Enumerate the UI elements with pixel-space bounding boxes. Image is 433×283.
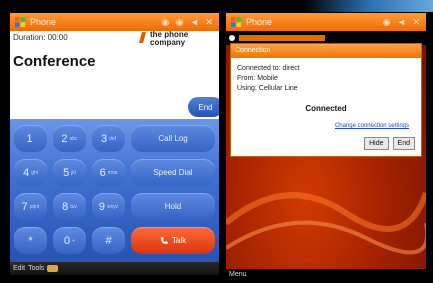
right-titlebar: Phone ◉ ◄ ✕ [226, 13, 426, 31]
key-9[interactable]: 9 wxyz [92, 193, 125, 220]
right-phone-screen: Phone ◉ ◄ ✕ Connection Connected to: dir… [226, 13, 426, 280]
key-8[interactable]: 8 tuv [53, 193, 86, 220]
call-title: Conference [13, 53, 96, 70]
connection-status: Connected [305, 104, 347, 113]
left-phone-screen: Phone ◉ ◉ ◄ ✕ Duration: 00:00 the phone … [10, 13, 219, 275]
dialog-line: Using: Cellular Line [237, 85, 298, 92]
key-letters: mno [107, 169, 118, 176]
end-button[interactable]: End [392, 137, 415, 150]
call-duration: Duration: 00:00 [13, 33, 68, 42]
key-6[interactable]: 6 mno [92, 159, 125, 186]
status-icons[interactable]: ◉ ◄ ✕ [383, 17, 422, 28]
notification-dot-icon [229, 35, 235, 41]
softkey-menu[interactable]: Menu [229, 271, 247, 278]
key-digit: 1 [26, 132, 33, 145]
key-letters: wxyz [107, 203, 119, 210]
dialog-line: From: Mobile [237, 75, 278, 82]
carrier-logo-icon [139, 32, 146, 43]
key-digit: 2 [61, 132, 68, 145]
key-star[interactable]: * [14, 227, 47, 254]
key-digit: 5 [63, 166, 70, 179]
call-log-button[interactable]: Call Log [131, 125, 215, 152]
keyboard-icon[interactable] [47, 265, 59, 272]
key-3[interactable]: 3 def [92, 125, 125, 152]
dialog-title: Connection [231, 44, 421, 58]
key-0[interactable]: 0 + [53, 227, 86, 254]
key-4[interactable]: 4 ghi [14, 159, 47, 186]
change-settings-link[interactable]: Change connection settings [237, 121, 415, 131]
speed-dial-button[interactable]: Speed Dial [131, 159, 215, 186]
key-hash[interactable]: # [92, 227, 125, 254]
dial-keypad: 1 2 abc 3 def Call Log 4 ghi 5 jkl 6 mno Spee… [10, 119, 219, 269]
hold-button[interactable]: Hold [131, 193, 215, 220]
key-letters: def [109, 135, 117, 142]
connection-dialog: Connection Connected to: direct From: Mo… [230, 43, 422, 157]
screen-divider [219, 13, 226, 283]
key-1[interactable]: 1 [14, 125, 47, 152]
end-call-button[interactable]: End [188, 97, 219, 117]
key-letters: jkl [71, 169, 76, 176]
left-titlebar-title: Phone [30, 17, 57, 27]
key-letters: ghi [31, 169, 38, 176]
key-digit: 4 [23, 166, 30, 179]
key-digit: 3 [100, 132, 108, 145]
left-softkey-bar: Edit Tools [10, 262, 219, 275]
talk-button[interactable]: Talk [131, 227, 215, 254]
softkey-tools[interactable]: Tools [28, 265, 44, 272]
carrier-logo: the phone company [138, 31, 188, 47]
key-letters: tuv [70, 203, 77, 210]
left-titlebar: Phone ◉ ◉ ◄ ✕ [10, 13, 219, 31]
key-digit: 9 [98, 200, 105, 213]
key-letters: pqrs [29, 203, 40, 210]
right-titlebar-title: Phone [246, 17, 273, 27]
key-letters: + [72, 237, 76, 244]
key-letters: abc [69, 135, 78, 142]
notification-bar [239, 35, 325, 41]
top-decorative-band [0, 0, 433, 12]
key-digit: 8 [62, 200, 69, 213]
key-digit: 0 [63, 234, 71, 247]
key-7[interactable]: 7 pqrs [14, 193, 47, 220]
key-5[interactable]: 5 jkl [53, 159, 86, 186]
handset-icon [160, 237, 168, 244]
call-header: Duration: 00:00 the phone company Confer… [10, 31, 219, 91]
carrier-logo-line2: company [150, 38, 186, 47]
windows-flag-icon[interactable] [14, 16, 26, 28]
talk-label: Talk [171, 236, 187, 245]
dialog-line: Connected to: direct [237, 65, 300, 72]
status-icons[interactable]: ◉ ◉ ◄ ✕ [161, 17, 215, 28]
wallpaper-swirl [226, 192, 426, 255]
hide-button[interactable]: Hide [364, 137, 389, 150]
key-2[interactable]: 2 abc [53, 125, 86, 152]
dialog-buttons: Hide End [364, 137, 415, 150]
dialog-body: Connected to: direct From: Mobile Using:… [231, 58, 421, 131]
windows-flag-icon[interactable] [230, 16, 242, 28]
softkey-edit[interactable]: Edit [13, 265, 25, 272]
key-digit: # [105, 234, 112, 247]
key-digit: * [28, 234, 33, 247]
right-softkey-bar: Menu [226, 269, 426, 280]
key-digit: 6 [99, 166, 106, 179]
key-digit: 7 [21, 200, 28, 213]
